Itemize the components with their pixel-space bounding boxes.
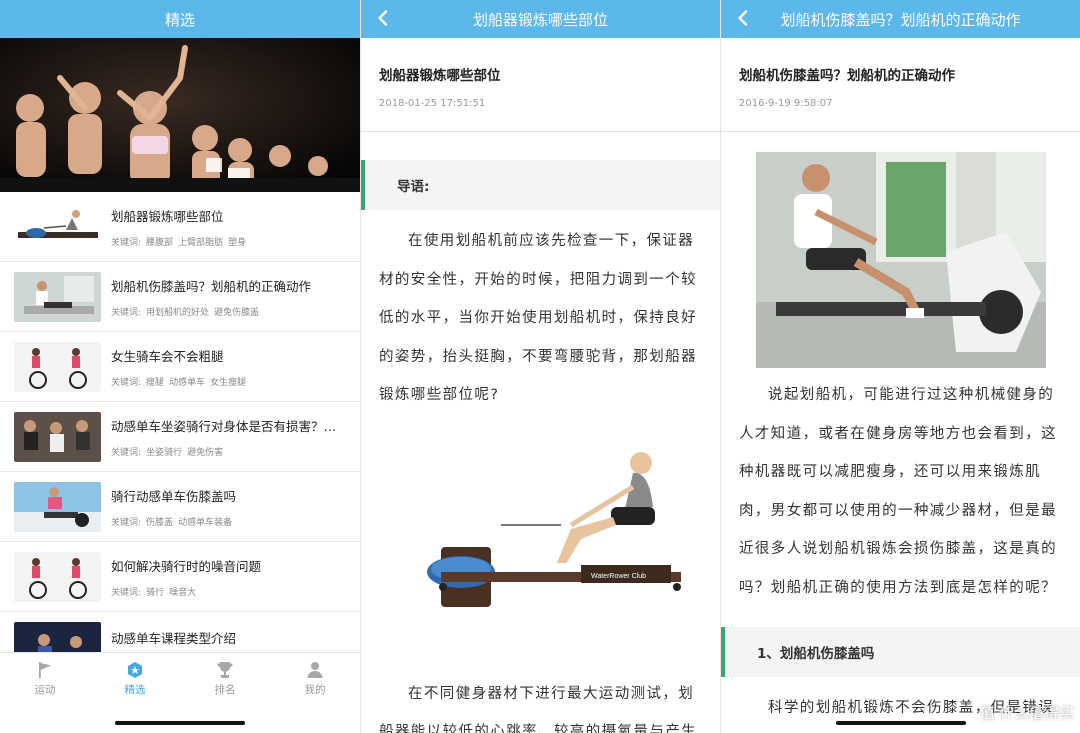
list-item-keywords: 关键词: 腰腹部 上臂部脂肪 塑身 — [111, 237, 247, 248]
article-title: 划船器锻炼哪些部位 — [379, 68, 501, 84]
back-button[interactable] — [731, 6, 755, 30]
trophy-icon — [217, 662, 233, 678]
screenshot-collage: 精选 划船器锻炼哪些部位 关键词: 腰腹部 上臂部脂肪 塑身 划船机伤膝盖吗？划… — [0, 0, 1080, 733]
list-item-keywords: 关键词: 伤膝盖 动感单车装备 — [111, 517, 233, 528]
person-icon — [307, 662, 323, 678]
nav-bar: 划船机伤膝盖吗？划船机的正确动作 — [721, 0, 1080, 38]
nav-title: 精选 — [164, 10, 195, 29]
image-caption: WaterRower Club — [591, 573, 646, 580]
nav-bar: 划船器锻炼哪些部位 — [361, 0, 720, 38]
watermark: 值 什么值得买 — [979, 705, 1074, 722]
list-item-title: 骑行动感单车伤膝盖吗 — [111, 488, 237, 504]
cycling-women-thumbnail — [14, 551, 101, 602]
home-indicator — [115, 721, 245, 725]
tab-label: 运动 — [34, 684, 56, 696]
list-item-keywords: 关键词: 坐姿骑行 避免伤害 — [111, 447, 224, 458]
article-list: 划船器锻炼哪些部位 关键词: 腰腹部 上臂部脂肪 塑身 划船机伤膝盖吗？划船机的正确动… — [0, 192, 360, 692]
article-paragraph: 说起划船机，可能进行过这种机械健身的人才知道，或者在健身房等地方也会看到，这种机… — [739, 387, 1057, 596]
list-item-title: 划船器锻炼哪些部位 — [111, 208, 224, 224]
tab-profile[interactable]: 我的 — [270, 653, 360, 705]
list-item-title: 动感单车课程类型介绍 — [111, 631, 237, 646]
article-date: 2018-01-25 17:51:51 — [379, 98, 486, 109]
list-item[interactable]: 划船机伤膝盖吗？划船机的正确动作 关键词: 用划船机的好处 避免伤膝盖 — [0, 262, 360, 332]
list-item[interactable]: 动感单车坐姿骑行对身体是否有损害？… 关键词: 坐姿骑行 避免伤害 — [0, 402, 360, 472]
article-date: 2016-9-19 9:58:07 — [739, 98, 833, 109]
list-item-title: 如何解决骑行时的噪音问题 — [111, 558, 262, 574]
article-screen-1: 划船器锻炼哪些部位 划船器锻炼哪些部位 2018-01-25 17:51:51 … — [361, 0, 720, 733]
tab-label: 排名 — [214, 684, 236, 696]
list-item-keywords: 关键词: 骑行 噪音大 — [111, 587, 197, 598]
list-item-title: 女生骑车会不会粗腿 — [111, 348, 224, 364]
list-item[interactable]: 划船器锻炼哪些部位 关键词: 腰腹部 上臂部脂肪 塑身 — [0, 192, 360, 262]
article-paragraph: 在使用划船机前应该先检查一下，保证器材的安全性，开始的时候，把阻力调到一个较低的… — [379, 233, 697, 403]
nav-title: 划船机伤膝盖吗？划船机的正确动作 — [780, 10, 1021, 29]
nav-bar: 精选 — [0, 0, 360, 38]
article-title: 划船机伤膝盖吗？划船机的正确动作 — [739, 68, 955, 84]
list-item-title: 动感单车坐姿骑行对身体是否有损害？… — [111, 418, 337, 434]
nav-title: 划船器锻炼哪些部位 — [472, 10, 608, 29]
tab-ranking[interactable]: 排名 — [180, 653, 270, 705]
rowing-man-photo — [755, 152, 1046, 368]
flag-icon — [39, 662, 51, 678]
list-item[interactable]: 骑行动感单车伤膝盖吗 关键词: 伤膝盖 动感单车装备 — [0, 472, 360, 542]
tab-label: 精选 — [124, 684, 146, 696]
tab-sport[interactable]: 运动 — [0, 653, 90, 705]
rowing-machine-photo: WaterRower Club — [400, 446, 681, 617]
hexagon-icon — [128, 662, 142, 678]
section-heading: 导语: — [361, 160, 720, 210]
chevron-left-icon — [378, 10, 388, 26]
back-button[interactable] — [371, 6, 395, 30]
spin-class-photo — [0, 38, 360, 192]
tab-featured[interactable]: 精选 — [90, 653, 180, 705]
article-header: 划船机伤膝盖吗？划船机的正确动作 2016-9-19 9:58:07 — [721, 38, 1080, 132]
list-item-title: 划船机伤膝盖吗？划船机的正确动作 — [111, 278, 312, 294]
list-item[interactable]: 如何解决骑行时的噪音问题 关键词: 骑行 噪音大 — [0, 542, 360, 612]
tab-label: 我的 — [304, 684, 326, 696]
cycling-women-thumbnail — [14, 341, 101, 392]
chevron-left-icon — [738, 10, 748, 26]
rowing-machine-thumbnail — [14, 201, 101, 252]
bottom-tab-bar: 运动 精选 排名 我的 — [0, 652, 360, 733]
list-item-keywords: 关键词: 瘦腿 动感单车 女生瘦腿 — [111, 377, 247, 388]
hero-banner-image[interactable] — [0, 38, 360, 192]
list-item[interactable]: 女生骑车会不会粗腿 关键词: 瘦腿 动感单车 女生瘦腿 — [0, 332, 360, 402]
rowing-man-thumbnail — [14, 271, 101, 322]
list-item-keywords: 关键词: 用划船机的好处 避免伤膝盖 — [111, 307, 260, 318]
article-screen-2: 划船机伤膝盖吗？划船机的正确动作 划船机伤膝盖吗？划船机的正确动作 2016-9… — [721, 0, 1080, 733]
home-indicator — [835, 721, 966, 725]
bike-rider-thumbnail — [14, 481, 101, 532]
spin-class-thumbnail — [14, 411, 101, 462]
featured-screen: 精选 划船器锻炼哪些部位 关键词: 腰腹部 上臂部脂肪 塑身 划船机伤膝盖吗？划… — [0, 0, 360, 733]
article-paragraph: 在不同健身器材下进行最大运动测试，划船器能以较低的心跳率、较高的摄氧量与产生 — [379, 685, 697, 733]
section-heading: 1、划船机伤膝盖吗 — [721, 627, 1080, 677]
article-header: 划船器锻炼哪些部位 2018-01-25 17:51:51 — [361, 38, 720, 132]
